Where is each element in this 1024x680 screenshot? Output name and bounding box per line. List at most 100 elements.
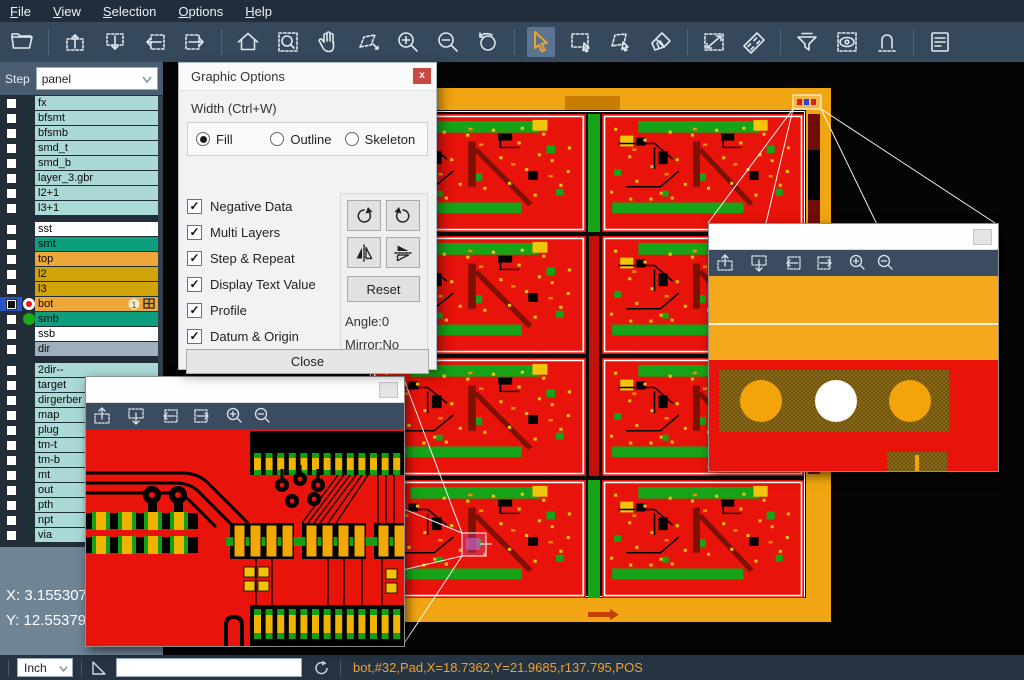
layer-visibility-checkbox[interactable] xyxy=(0,297,22,311)
dialog-close-button[interactable]: x xyxy=(413,68,431,84)
view-objects-icon[interactable] xyxy=(833,27,861,57)
command-input[interactable] xyxy=(116,658,302,677)
layer-row[interactable]: layer_3.gbr xyxy=(0,171,158,185)
checkbox-negative-data[interactable]: Negative Data xyxy=(187,193,355,219)
layer-row[interactable]: smd_t xyxy=(0,141,158,155)
move-down-icon[interactable] xyxy=(101,27,129,57)
layer-visibility-checkbox[interactable] xyxy=(0,237,22,251)
layer-visibility-checkbox[interactable] xyxy=(0,201,22,215)
checkbox-step-repeat[interactable]: Step & Repeat xyxy=(187,245,355,271)
layer-row[interactable]: 2dir-- xyxy=(0,363,158,377)
layer-row[interactable]: smd_b xyxy=(0,156,158,170)
angle-corner-icon[interactable] xyxy=(90,659,108,677)
dialog-title-bar[interactable]: Graphic Options x xyxy=(179,63,436,91)
layer-visibility-checkbox[interactable] xyxy=(0,378,22,392)
radio-fill[interactable]: Fill xyxy=(196,132,270,147)
home-view-icon[interactable] xyxy=(234,27,262,57)
layer-visibility-checkbox[interactable] xyxy=(0,513,22,527)
layer-visibility-checkbox[interactable] xyxy=(0,408,22,422)
checkbox-datum-origin[interactable]: Datum & Origin xyxy=(187,323,355,349)
layer-visibility-checkbox[interactable] xyxy=(0,363,22,377)
rotate-ccw-button[interactable] xyxy=(386,200,420,231)
layer-visibility-checkbox[interactable] xyxy=(0,96,22,110)
layer-visibility-checkbox[interactable] xyxy=(0,528,22,542)
measure-diagonal-icon[interactable] xyxy=(700,27,728,57)
menu-view[interactable]: View xyxy=(53,4,81,19)
filter-icon[interactable] xyxy=(793,27,821,57)
layer-visibility-checkbox[interactable] xyxy=(0,468,22,482)
report-list-icon[interactable] xyxy=(926,27,954,57)
layer-row[interactable]: top xyxy=(0,252,158,266)
select-rectangle-icon[interactable] xyxy=(567,27,595,57)
reset-button[interactable]: Reset xyxy=(347,276,420,302)
popup-window-button[interactable] xyxy=(379,382,398,398)
layer-visibility-checkbox[interactable] xyxy=(0,171,22,185)
menu-options[interactable]: Options xyxy=(178,4,223,19)
popup-pcb-view[interactable] xyxy=(86,429,404,646)
flip-vertical-button[interactable] xyxy=(386,237,420,268)
radio-outline[interactable]: Outline xyxy=(270,132,344,147)
zoom-polygon-icon[interactable] xyxy=(354,27,382,57)
unit-dropdown[interactable]: Inch xyxy=(17,658,73,677)
refresh-icon[interactable] xyxy=(312,658,332,678)
layer-visibility-checkbox[interactable] xyxy=(0,282,22,296)
layer-visibility-checkbox[interactable] xyxy=(0,186,22,200)
layer-row[interactable]: ssb xyxy=(0,327,158,341)
menu-file[interactable]: File xyxy=(10,4,31,19)
popup-title-bar[interactable] xyxy=(709,224,998,250)
checkbox-multi-layers[interactable]: Multi Layers xyxy=(187,219,355,245)
layer-row[interactable]: l2+1 xyxy=(0,186,158,200)
move-right-icon[interactable] xyxy=(181,27,209,57)
layer-visibility-checkbox[interactable] xyxy=(0,327,22,341)
layer-visibility-checkbox[interactable] xyxy=(0,252,22,266)
select-cursor-icon[interactable] xyxy=(527,27,555,57)
step-dropdown[interactable]: panel xyxy=(36,67,158,90)
popup-window-button[interactable] xyxy=(973,229,992,245)
zoom-popup-bottom-left[interactable] xyxy=(85,376,405,647)
graphic-options-dialog[interactable]: Graphic Options x Width (Ctrl+W) Fill Ou… xyxy=(178,62,437,370)
layer-row[interactable]: bfsmb xyxy=(0,126,158,140)
move-left-icon[interactable] xyxy=(141,27,169,57)
layer-visibility-checkbox[interactable] xyxy=(0,393,22,407)
layer-visibility-checkbox[interactable] xyxy=(0,126,22,140)
layer-row-bot-active[interactable]: bot 1 xyxy=(0,297,158,311)
layer-row[interactable]: bfsmt xyxy=(0,111,158,125)
close-button[interactable]: Close xyxy=(186,349,429,374)
layer-visibility-checkbox[interactable] xyxy=(0,498,22,512)
checkbox-profile[interactable]: Profile xyxy=(187,297,355,323)
move-up-icon[interactable] xyxy=(61,27,89,57)
layer-row[interactable]: dir xyxy=(0,342,158,356)
snap-magnet-icon[interactable] xyxy=(873,27,901,57)
select-polygon-icon[interactable] xyxy=(607,27,635,57)
flip-horizontal-button[interactable] xyxy=(347,237,381,268)
layer-visibility-checkbox[interactable] xyxy=(0,312,22,326)
layer-row[interactable]: sst xyxy=(0,222,158,236)
pan-hand-icon[interactable] xyxy=(314,27,342,57)
layer-visibility-checkbox[interactable] xyxy=(0,111,22,125)
checkbox-display-text-value[interactable]: Display Text Value xyxy=(187,271,355,297)
layer-visibility-checkbox[interactable] xyxy=(0,222,22,236)
layer-visibility-checkbox[interactable] xyxy=(0,483,22,497)
layer-visibility-checkbox[interactable] xyxy=(0,342,22,356)
layer-visibility-checkbox[interactable] xyxy=(0,141,22,155)
zoom-out-icon[interactable] xyxy=(434,27,462,57)
open-folder-icon[interactable] xyxy=(8,27,36,57)
layer-visibility-checkbox[interactable] xyxy=(0,453,22,467)
layer-visibility-checkbox[interactable] xyxy=(0,438,22,452)
popup-pcb-view[interactable] xyxy=(709,276,998,471)
rotate-cw-button[interactable] xyxy=(347,200,381,231)
layer-row-smb[interactable]: smb xyxy=(0,312,158,326)
layer-row[interactable]: fx xyxy=(0,96,158,110)
radio-skeleton[interactable]: Skeleton xyxy=(345,132,419,147)
zoom-previous-icon[interactable] xyxy=(474,27,502,57)
layer-row[interactable]: l3+1 xyxy=(0,201,158,215)
layer-row[interactable]: smt xyxy=(0,237,158,251)
layer-row[interactable]: l3 xyxy=(0,282,158,296)
zoom-window-icon[interactable] xyxy=(274,27,302,57)
zoom-in-icon[interactable] xyxy=(394,27,422,57)
step-repeat-grid-icon[interactable] xyxy=(143,298,156,310)
menu-selection[interactable]: Selection xyxy=(103,4,156,19)
layer-row[interactable]: l2 xyxy=(0,267,158,281)
zoom-popup-right[interactable] xyxy=(708,223,999,472)
layer-visibility-checkbox[interactable] xyxy=(0,156,22,170)
